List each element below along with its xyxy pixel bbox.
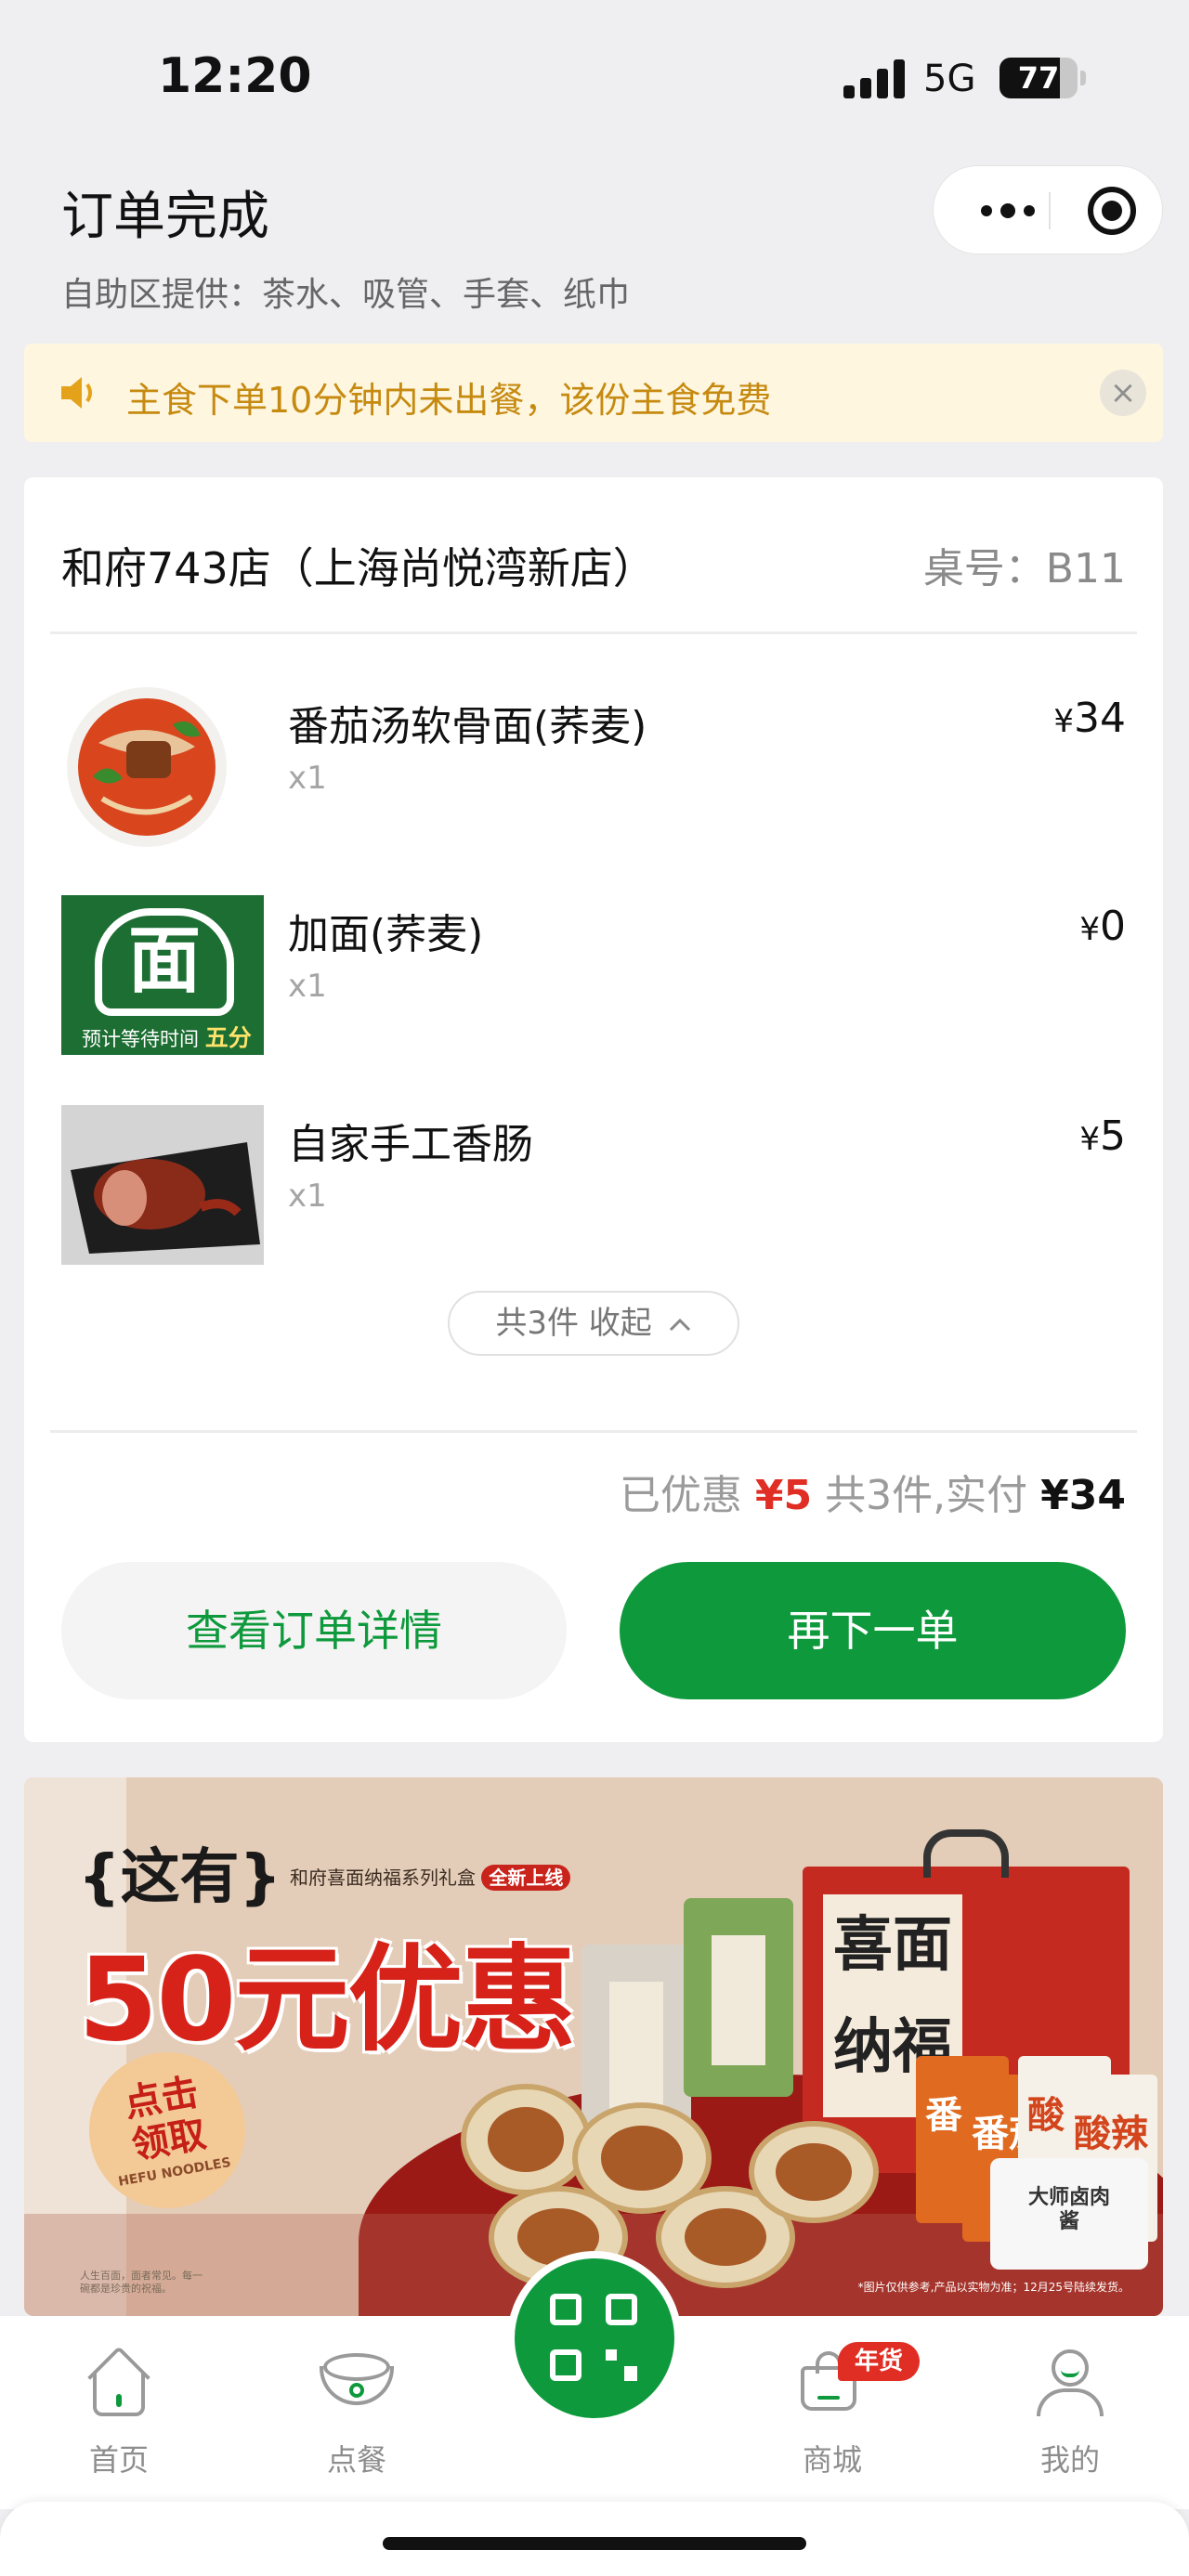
item-price: ¥5 <box>1079 1112 1126 1160</box>
promo-banner[interactable]: 喜面纳福 番茄 番茄 酸辣 酸辣 大师卤肉酱 {这有} 和府喜面纳福系列礼盒 全… <box>24 1777 1163 2316</box>
banner-fine-print: 人生百面，面者常见。每一碗都是珍贵的祝福。 <box>80 2270 203 2295</box>
order-card: 和府743店（上海尚悦湾新店） 桌号：B11 番茄汤软骨面(荞麦) x1 ¥34… <box>24 477 1163 1742</box>
banner-tag-text: 和府喜面纳福系列礼盒 <box>290 1867 476 1889</box>
wait-label: 预计等待时间 <box>82 1028 199 1050</box>
battery-level: 77 <box>1017 60 1060 96</box>
discount-label: 已优惠 <box>619 1472 742 1519</box>
battery-icon: 77 <box>1000 58 1078 98</box>
status-bar: 12:20 5G 77 <box>0 0 1189 158</box>
more-dots-icon[interactable] <box>971 166 1045 255</box>
page-title: 订单完成 <box>61 187 269 247</box>
price-value: 5 <box>1100 1112 1126 1160</box>
price-value: 0 <box>1100 903 1126 950</box>
mini-program-capsule <box>933 165 1163 254</box>
food-dish <box>749 2121 879 2223</box>
table-number: 桌号：B11 <box>922 545 1126 592</box>
divider <box>50 631 1137 634</box>
collapse-button[interactable]: 共3件 收起 <box>448 1291 739 1356</box>
product-bag <box>684 1898 793 2097</box>
mian-char: 面 <box>95 908 234 1016</box>
currency-symbol: ¥ <box>1079 1121 1100 1158</box>
user-icon <box>1052 2349 1089 2387</box>
battery-tip <box>1080 71 1086 85</box>
pack-label: 酸辣 <box>1074 2113 1148 2155</box>
view-order-detail-button[interactable]: 查看订单详情 <box>61 1562 567 1699</box>
item-price: ¥34 <box>1053 695 1126 742</box>
target-circle-icon[interactable] <box>1088 187 1136 235</box>
collapse-label: 共3件 收起 <box>495 1305 652 1342</box>
tab-label: 首页 <box>88 2442 149 2478</box>
store-name: 和府743店（上海尚悦湾新店） <box>61 543 656 593</box>
signal-icon <box>843 59 907 98</box>
page-subtitle: 自助区提供：茶水、吸管、手套、纸巾 <box>61 276 631 314</box>
currency-symbol: ¥ <box>1053 703 1074 740</box>
home-indicator[interactable] <box>383 2537 806 2550</box>
item-quantity: x1 <box>288 968 327 1005</box>
banner-headline: 50元优惠 <box>78 1933 577 2067</box>
capsule-divider <box>1049 192 1051 229</box>
price-value: 34 <box>1074 695 1126 742</box>
tab-me[interactable]: 我的 <box>1005 2338 1135 2487</box>
order-totals: 已优惠 ¥5 共3件,实付 ¥34 <box>620 1462 1126 1521</box>
wait-time: 预计等待时间 五分钟 <box>82 1020 264 1055</box>
order-item: 番茄汤软骨面(荞麦) x1 ¥34 <box>24 687 1163 851</box>
order-item: 自家手工香肠 x1 ¥5 <box>24 1105 1163 1268</box>
notice-text: 主食下单10分钟内未出餐，该份主食免费 <box>126 380 772 421</box>
status-time: 12:20 <box>158 48 312 104</box>
banner-tag-badge: 全新上线 <box>481 1865 571 1891</box>
reorder-button[interactable]: 再下一单 <box>620 1562 1126 1699</box>
item-name: 番茄汤软骨面(荞麦) <box>288 703 647 750</box>
item-image <box>61 687 264 847</box>
tab-order[interactable]: 点餐 <box>292 2338 422 2487</box>
chevron-up-icon <box>669 1318 690 1331</box>
banner-note: *图片仅供参考,产品以实物为准；12月25号陆续发货。 <box>857 2281 1130 2294</box>
discount-value: ¥5 <box>754 1472 813 1519</box>
item-image <box>61 1105 264 1265</box>
item-image: 面 预计等待时间 五分钟 <box>61 895 264 1055</box>
jar-label: 大师卤肉酱 <box>1027 2186 1110 2233</box>
tab-label: 我的 <box>1039 2442 1100 2478</box>
product-jar: 大师卤肉酱 <box>990 2158 1148 2270</box>
divider <box>50 1430 1137 1433</box>
paid-amount: ¥34 <box>1040 1472 1126 1519</box>
banner-headline-small: {这有} <box>78 1843 282 1912</box>
speaker-icon <box>61 377 92 409</box>
item-quantity: x1 <box>288 760 327 797</box>
food-dish <box>461 2084 591 2195</box>
network-type: 5G <box>923 58 976 100</box>
item-name: 加面(荞麦) <box>288 911 484 958</box>
banner-tag: 和府喜面纳福系列礼盒 全新上线 <box>290 1863 571 1891</box>
notice-bar: 主食下单10分钟内未出餐，该份主食免费 × <box>24 344 1163 442</box>
close-icon[interactable]: × <box>1100 370 1146 416</box>
scan-button[interactable] <box>507 2251 682 2426</box>
item-price: ¥0 <box>1079 903 1126 950</box>
mall-badge: 年货 <box>838 2342 920 2381</box>
tab-label: 点餐 <box>326 2442 386 2478</box>
tab-label: 商城 <box>802 2442 862 2478</box>
currency-symbol: ¥ <box>1079 911 1100 948</box>
order-item: 面 预计等待时间 五分钟 加面(荞麦) x1 ¥0 <box>24 895 1163 1059</box>
tab-home[interactable]: 首页 <box>54 2338 184 2487</box>
total-summary: 共3件,实付 <box>825 1472 1028 1519</box>
item-quantity: x1 <box>288 1177 327 1215</box>
item-name: 自家手工香肠 <box>288 1121 533 1168</box>
